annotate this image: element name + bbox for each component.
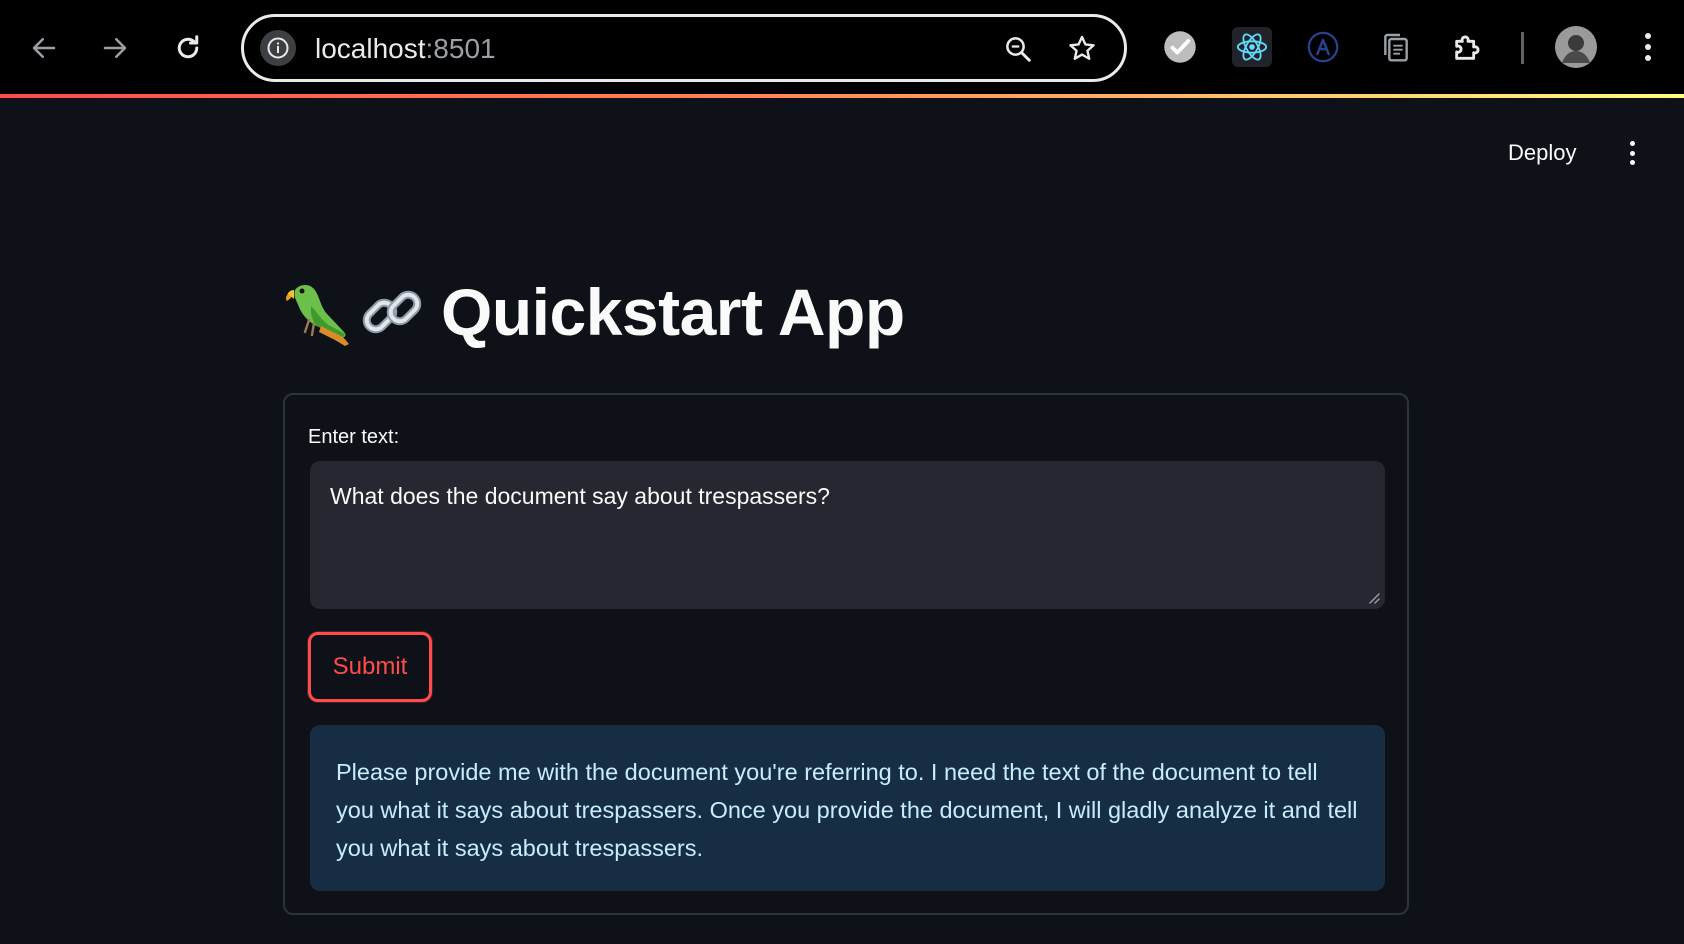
avatar[interactable] bbox=[1554, 25, 1598, 69]
deploy-button[interactable]: Deploy bbox=[1508, 140, 1576, 166]
response-text: Please provide me with the document you'… bbox=[336, 759, 1358, 861]
browser-toolbar: localhost:8501 bbox=[0, 0, 1684, 94]
reload-icon bbox=[177, 35, 199, 59]
reload-button[interactable] bbox=[162, 22, 214, 74]
copy-icon[interactable] bbox=[1376, 27, 1416, 67]
input-label: Enter text: bbox=[308, 426, 400, 448]
toolbar-divider bbox=[1521, 32, 1524, 64]
puzzle-icon[interactable] bbox=[1448, 27, 1488, 67]
text-input[interactable]: What does the document say about trespas… bbox=[310, 461, 1385, 609]
react-icon[interactable] bbox=[1232, 27, 1272, 67]
query-form: Enter text: What does the document say a… bbox=[283, 393, 1409, 915]
url-host: localhost bbox=[315, 33, 426, 64]
forward-button[interactable] bbox=[89, 22, 141, 74]
back-button[interactable] bbox=[18, 22, 70, 74]
kebab-menu-icon[interactable] bbox=[1628, 27, 1668, 67]
response-box: Please provide me with the document you'… bbox=[310, 725, 1385, 891]
address-bar[interactable]: localhost:8501 bbox=[241, 14, 1127, 82]
parrot-icon bbox=[285, 284, 349, 346]
info-icon[interactable] bbox=[260, 30, 296, 66]
check-circle-icon[interactable] bbox=[1160, 27, 1200, 67]
app-menu-icon[interactable] bbox=[1620, 138, 1644, 168]
submit-button[interactable]: Submit bbox=[308, 632, 432, 702]
url-text[interactable]: localhost:8501 bbox=[315, 32, 496, 66]
title-emoji bbox=[281, 276, 427, 348]
arrow-left-icon bbox=[32, 38, 56, 58]
arrow-right-icon bbox=[103, 38, 127, 58]
star-icon[interactable] bbox=[1064, 31, 1100, 67]
page-title: Quickstart App bbox=[281, 274, 905, 350]
link-icon bbox=[362, 290, 422, 334]
url-port: :8501 bbox=[425, 33, 496, 64]
resize-handle-icon[interactable] bbox=[1367, 591, 1381, 605]
zoom-icon[interactable] bbox=[1000, 31, 1036, 67]
title-text: Quickstart App bbox=[441, 275, 905, 349]
streamlit-app: Deploy Quickstart App Enter text: What d… bbox=[0, 98, 1684, 944]
text-input-value: What does the document say about trespas… bbox=[330, 483, 830, 509]
a-circle-icon[interactable] bbox=[1303, 27, 1343, 67]
